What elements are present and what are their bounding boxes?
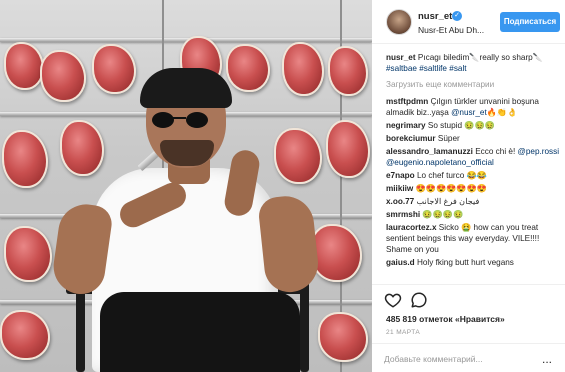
meat-cut <box>226 44 270 92</box>
add-comment-bar: ... <box>372 343 565 372</box>
comment-username[interactable]: gaius.d <box>386 258 415 267</box>
load-more-comments-link[interactable]: Загрузить еще комментарии <box>386 79 562 90</box>
comment-username[interactable]: miikiiw <box>386 184 413 193</box>
meat-cut <box>4 42 44 90</box>
comment: smrmshi 🤢🤢🤢🤢 <box>386 209 562 220</box>
caption-hashtags[interactable]: #saltbae #saltlife #salt <box>386 64 467 73</box>
comment-text: 🤢🤢🤢🤢 <box>422 210 464 219</box>
comment-text: فيجان فرغ الاجانب <box>416 197 480 206</box>
post-side-panel: nusr_et ✓ Nusr-Et Abu Dh... Подписаться … <box>372 0 565 372</box>
comment-username[interactable]: e7napo <box>386 171 415 180</box>
comment-icon[interactable] <box>410 291 428 309</box>
comment: x.oo.77 فيجان فرغ الاجانب <box>386 196 562 207</box>
comment-mention[interactable]: @nusr_et <box>451 108 487 117</box>
comment-emoji: 🔥👏👌 <box>486 108 518 117</box>
meat-cut <box>60 120 104 176</box>
comment-username[interactable]: x.oo.77 <box>386 197 414 206</box>
caption: nusr_et Pıcagı biledim🔪really so sharp🔪 … <box>386 52 562 74</box>
post-actions: 485 819 отметок «Нравится» 21 МАРТА ... <box>372 284 565 372</box>
caption-username[interactable]: nusr_et <box>386 53 416 62</box>
meat-cut <box>326 120 370 178</box>
comment: gaius.d Holy fking butt hurt vegans <box>386 257 562 268</box>
comment: mstftpdmn Çılgın türkler unvanini boşuna… <box>386 96 562 118</box>
comment-username[interactable]: alessandro_lamanuzzi <box>386 147 473 156</box>
comment-text: 😍😍😍😍😍😍😍 <box>415 184 487 193</box>
sunglasses-lens <box>152 112 174 128</box>
sunglasses-bridge <box>172 117 186 119</box>
comment-username[interactable]: smrmshi <box>386 210 420 219</box>
hair <box>140 68 232 108</box>
comments-list[interactable]: nusr_et Pıcagı biledim🔪really so sharp🔪 … <box>386 52 562 284</box>
author-username[interactable]: nusr_et <box>418 11 452 22</box>
comment: negrimary So stupid 🤢🤢🤢 <box>386 120 562 131</box>
trousers <box>100 292 300 372</box>
comment: borekciumur Süper <box>386 133 562 144</box>
post-header: nusr_et ✓ Nusr-Et Abu Dh... Подписаться <box>372 0 565 44</box>
comment: alessandro_lamanuzzi Ecco chi è! @pep.ro… <box>386 146 562 168</box>
meat-cut <box>0 310 50 360</box>
verified-icon: ✓ <box>452 11 462 21</box>
comment: e7napo Lo chef turco 😂😂 <box>386 170 562 181</box>
likes-count[interactable]: 485 819 отметок «Нравится» <box>386 314 505 324</box>
meat-cut <box>328 46 368 96</box>
follow-button[interactable]: Подписаться <box>500 12 560 32</box>
post-location[interactable]: Nusr-Et Abu Dh... <box>418 25 490 35</box>
comment-username[interactable]: borekciumur <box>386 134 436 143</box>
meat-cut <box>282 42 324 96</box>
post-image[interactable] <box>0 0 372 372</box>
caption-text: Pıcagı biledim🔪really so sharp🔪 <box>417 53 543 62</box>
comment: miikiiw 😍😍😍😍😍😍😍 <box>386 183 562 194</box>
meat-cut <box>274 128 322 184</box>
heart-icon[interactable] <box>384 291 402 309</box>
avatar[interactable] <box>386 9 412 35</box>
post-date[interactable]: 21 МАРТА <box>386 329 420 336</box>
comment-text: So stupid 🤢🤢🤢 <box>427 121 495 130</box>
meat-cut <box>92 44 136 94</box>
add-comment-input[interactable] <box>384 351 534 367</box>
comment-username[interactable]: lauracortez.x <box>386 223 437 232</box>
right-arm <box>257 193 321 295</box>
meat-cut <box>2 130 48 188</box>
comment-text: Holy fking butt hurt vegans <box>416 258 514 267</box>
sunglasses-lens <box>186 112 208 128</box>
meat-cut <box>318 312 368 362</box>
more-options-icon[interactable]: ... <box>542 351 552 367</box>
meat-cut <box>310 224 362 282</box>
meat-cut <box>4 226 52 282</box>
meat-cut <box>40 50 86 102</box>
comment-username[interactable]: mstftpdmn <box>386 97 428 106</box>
comment-username[interactable]: negrimary <box>386 121 426 130</box>
comment-text: Ecco chi è! <box>475 147 516 156</box>
comment: lauracortez.x Sicko 🤮 how can you treat … <box>386 222 562 255</box>
comment-text: Süper <box>437 134 460 143</box>
comment-text: Lo chef turco 😂😂 <box>416 171 487 180</box>
